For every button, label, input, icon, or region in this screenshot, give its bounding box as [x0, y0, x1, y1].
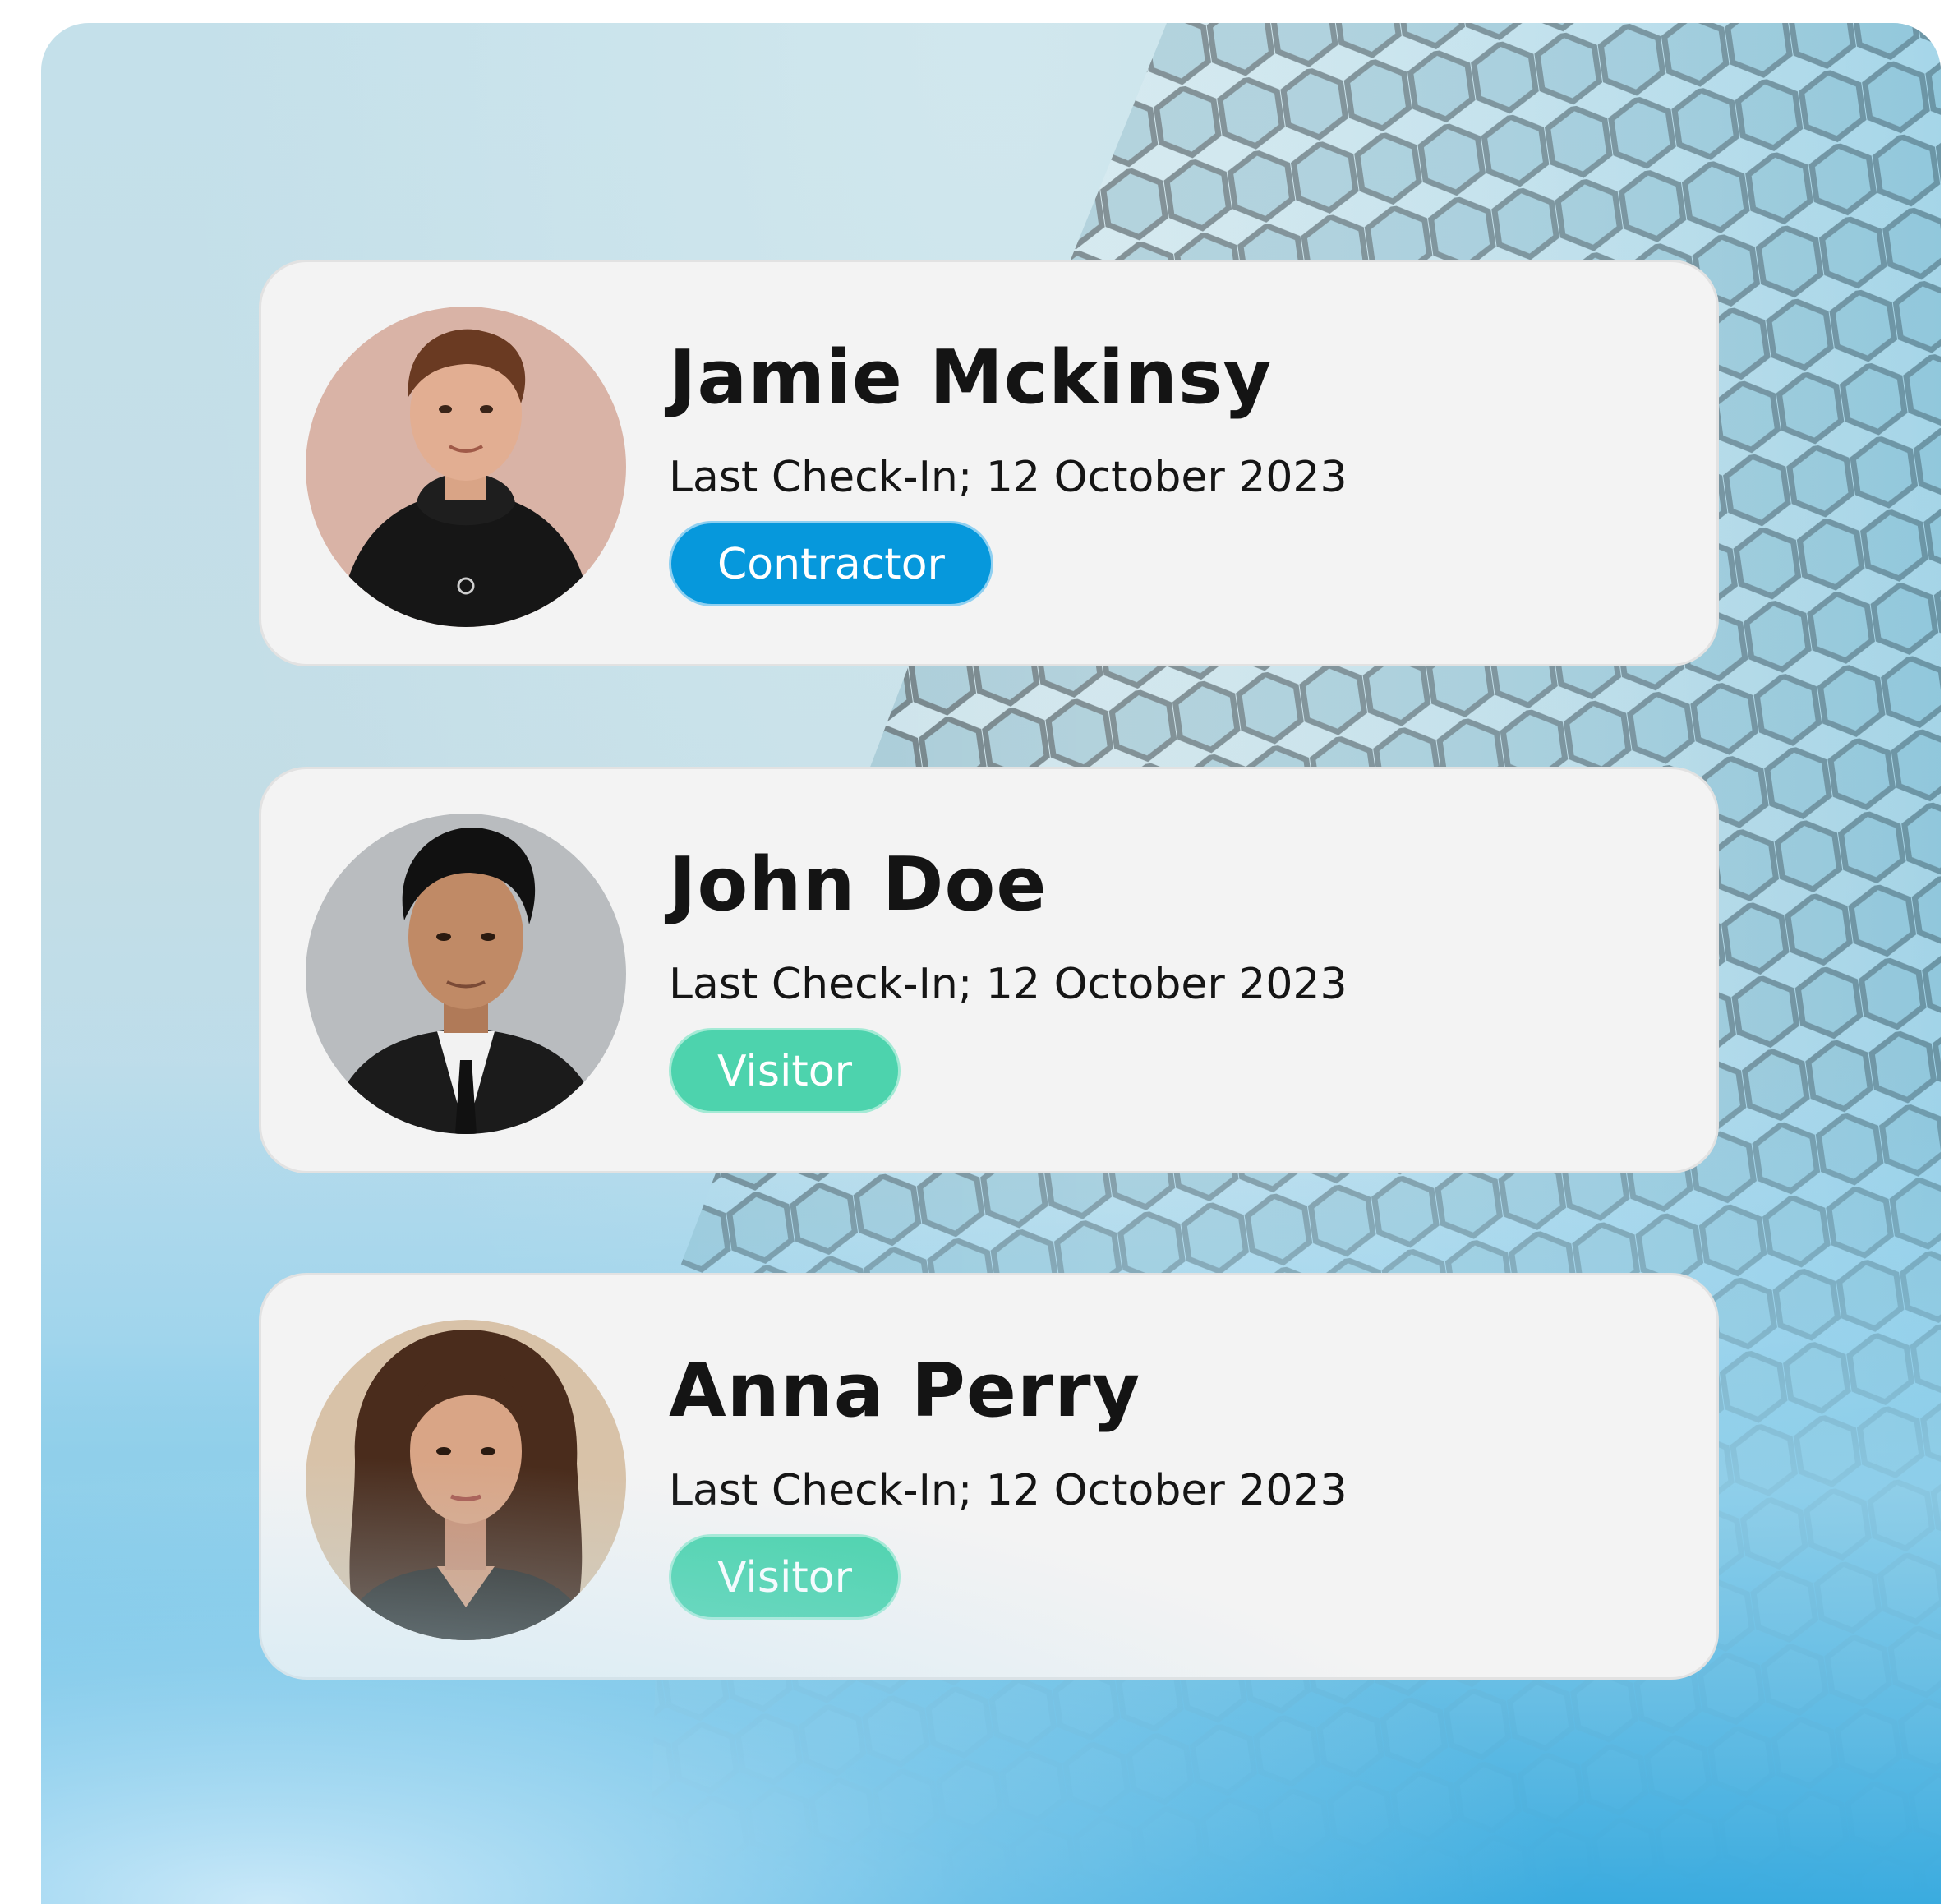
last-checkin-text: Last Check-In; 12 October 2023: [669, 960, 1348, 1009]
person-card[interactable]: Anna Perry Last Check-In; 12 October 202…: [259, 1273, 1719, 1680]
role-badge-contractor[interactable]: Contractor: [669, 521, 993, 606]
role-badge-visitor[interactable]: Visitor: [669, 1534, 901, 1620]
role-badge-visitor[interactable]: Visitor: [669, 1028, 901, 1113]
person-name: John Doe: [669, 841, 1048, 928]
background-panel: Jamie Mckinsy Last Check-In; 12 October …: [41, 23, 1941, 1904]
last-checkin-text: Last Check-In; 12 October 2023: [669, 453, 1348, 502]
person-card[interactable]: Jamie Mckinsy Last Check-In; 12 October …: [259, 260, 1719, 666]
person-name: Anna Perry: [669, 1348, 1141, 1434]
last-checkin-text: Last Check-In; 12 October 2023: [669, 1466, 1348, 1515]
person-name: Jamie Mckinsy: [669, 334, 1273, 421]
person-card[interactable]: John Doe Last Check-In; 12 October 2023 …: [259, 767, 1719, 1173]
avatar: [306, 307, 626, 627]
avatar: [306, 1320, 626, 1640]
avatar: [306, 814, 626, 1134]
